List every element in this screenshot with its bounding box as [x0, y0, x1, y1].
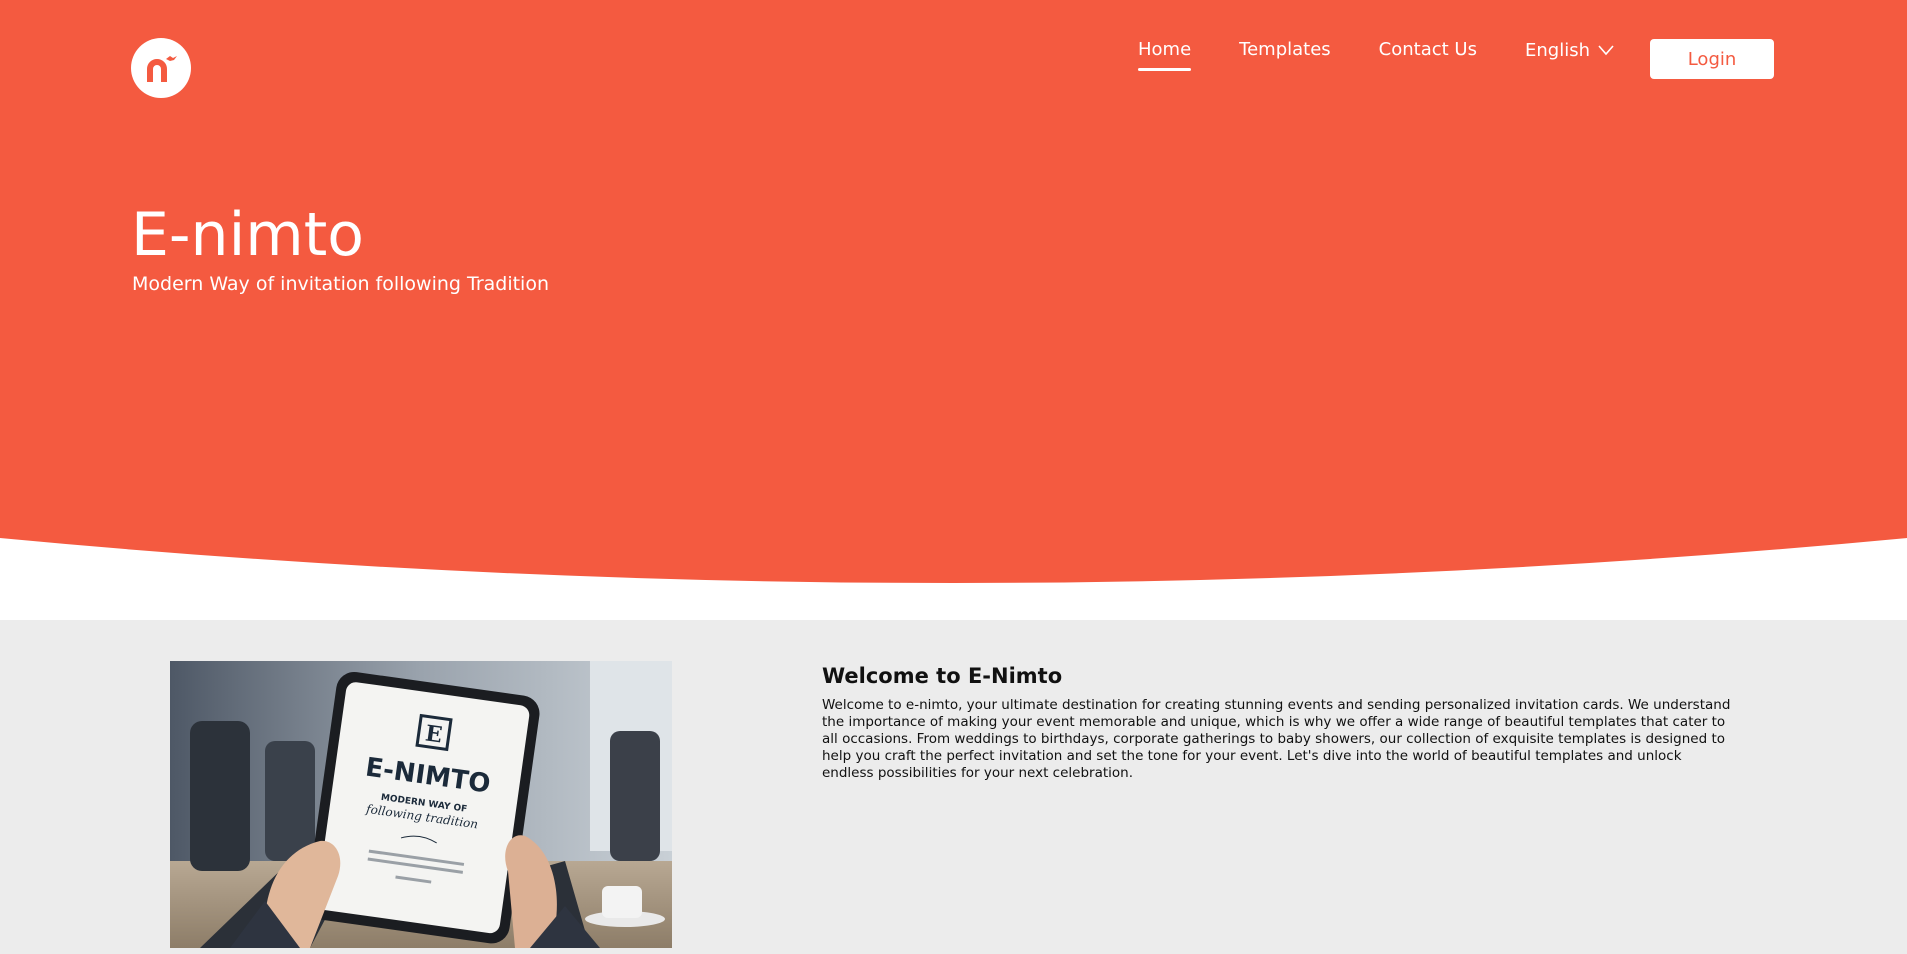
login-button[interactable]: Login	[1650, 39, 1774, 79]
welcome-description: Welcome to e-nimto, your ultimate destin…	[822, 697, 1731, 781]
tablet-photo: E E-NIMTO MODERN WAY OF following tradit…	[170, 661, 672, 948]
main-nav: Home Templates Contact Us English	[1138, 38, 1614, 71]
nav-item-contact[interactable]: Contact Us	[1379, 38, 1477, 62]
svg-text:E: E	[424, 720, 444, 748]
nav-item-home[interactable]: Home	[1138, 38, 1192, 71]
hero-title: E-nimto	[131, 200, 364, 270]
hero-subtitle: Modern Way of invitation following Tradi…	[132, 273, 550, 295]
site-logo[interactable]	[131, 38, 191, 98]
nav-item-templates[interactable]: Templates	[1239, 38, 1331, 62]
language-selector[interactable]: English	[1525, 40, 1614, 61]
welcome-title: Welcome to E-Nimto	[822, 664, 1063, 688]
hero-background	[0, 0, 1907, 583]
chevron-down-icon	[1598, 45, 1614, 56]
welcome-section: E E-NIMTO MODERN WAY OF following tradit…	[0, 620, 1907, 954]
tablet-illustration: E E-NIMTO MODERN WAY OF following tradit…	[170, 661, 672, 948]
enimto-logo-icon	[147, 56, 177, 82]
language-label: English	[1524, 39, 1590, 61]
hero-section: Home Templates Contact Us English Login …	[0, 0, 1907, 620]
